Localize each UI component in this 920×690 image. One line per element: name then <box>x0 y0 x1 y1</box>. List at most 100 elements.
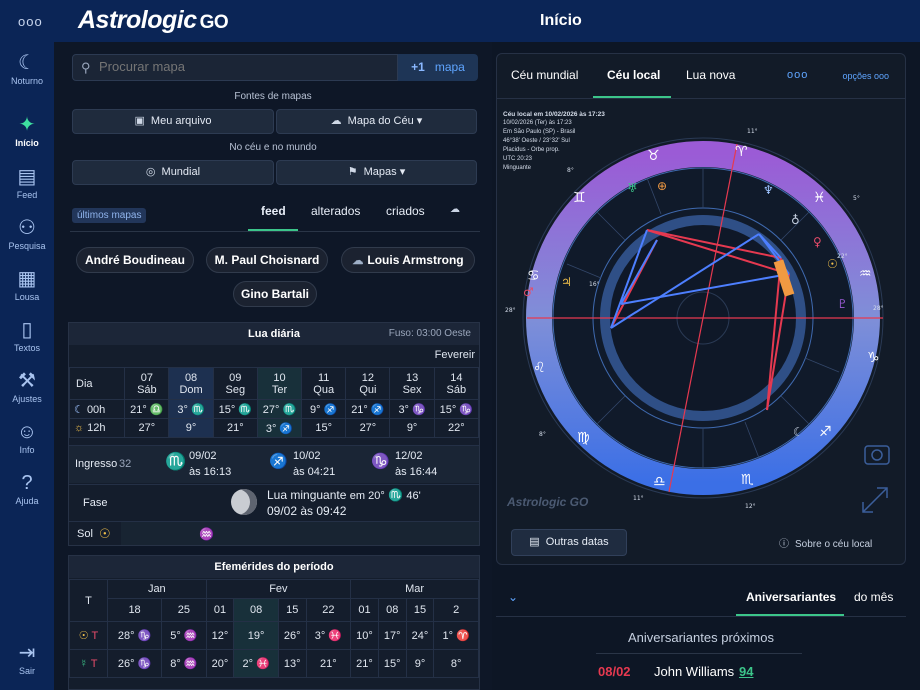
sidebar-item-textos[interactable]: ▯ Textos <box>0 319 54 353</box>
moon-star-icon: ☾ <box>18 52 36 74</box>
tab-criados[interactable]: criados <box>386 204 425 218</box>
tab-lua-nova[interactable]: Lua nova <box>686 68 735 82</box>
sidebar-item-lousa[interactable]: ▦ Lousa <box>0 268 54 302</box>
sun-icon: ☼ <box>74 422 85 434</box>
sidebar-item-ajustes[interactable]: ⚒ Ajustes <box>0 370 54 404</box>
recent-maps-badge[interactable]: últimos mapas <box>72 208 147 223</box>
lua-table: Dia 07 Sáb 08 Dom 09 Seg 10 Ter 11 Qua 12 Qui … <box>68 367 480 438</box>
world-button[interactable]: ◎ Mundial <box>72 160 274 185</box>
svg-text:♋: ♋ <box>527 268 540 284</box>
divider <box>70 231 480 232</box>
more-dots-icon[interactable]: ooo <box>787 69 808 81</box>
cloud-filter-icon[interactable]: ☁ <box>450 204 460 215</box>
calendar-icon: ▤ <box>529 536 540 548</box>
top-bar: ooo Astrologic GO Início <box>0 0 920 42</box>
folder-icon: ▣ <box>134 115 145 127</box>
svg-text:♉: ♉ <box>647 148 660 164</box>
mercury-icon: ☿ <box>79 657 88 670</box>
tab-alterados[interactable]: alterados <box>311 204 360 218</box>
aniversariantes-title: Aniversariantes próximos <box>628 630 774 645</box>
sidebar-item-noturno[interactable]: ☾ Noturno <box>0 52 54 86</box>
lua-diaria-panel: Lua diária Fuso: 03:00 Oeste Fevereir Dia… <box>68 322 480 546</box>
svg-text:11°: 11° <box>633 495 644 502</box>
day-cell[interactable]: 13 Sex <box>389 367 435 400</box>
svg-text:♅: ♅ <box>627 181 638 195</box>
camera-icon[interactable] <box>864 445 890 465</box>
svg-text:♓: ♓ <box>813 190 826 206</box>
sun-icon: ☉ <box>78 630 89 642</box>
divider <box>596 653 802 654</box>
moon-icon: ☾ <box>74 403 84 416</box>
day-cell[interactable]: 07 Sáb <box>124 367 170 400</box>
chip-map[interactable]: André Boudineau <box>76 247 194 273</box>
svg-text:♁: ♁ <box>791 213 800 227</box>
day-cell[interactable]: 11 Qua <box>301 367 347 400</box>
sidebar-item-inicio[interactable]: ✦ Início <box>0 114 54 148</box>
tools-icon: ⚒ <box>18 370 36 392</box>
chip-map[interactable]: Gino Bartali <box>233 281 317 307</box>
birthday-age: 94 <box>739 664 754 679</box>
svg-text:♂: ♂ <box>523 285 534 299</box>
outras-datas-button[interactable]: ▤ Outras datas <box>511 529 627 556</box>
feed-icon: ▤ <box>17 166 37 188</box>
moon-phase-icon <box>231 489 257 515</box>
svg-text:♍: ♍ <box>577 430 590 446</box>
month-label: Fevereir <box>434 349 475 361</box>
svg-text:22°: 22° <box>837 253 848 260</box>
flag-icon: ⚑ <box>347 166 358 178</box>
sobre-link[interactable]: ⓘ Sobre o céu local <box>779 535 872 550</box>
chip-map[interactable]: ☁ Louis Armstrong <box>341 247 475 273</box>
my-file-button[interactable]: ▣ Meu arquivo <box>72 109 274 134</box>
app-menu-dots[interactable]: ooo <box>18 14 43 29</box>
sidebar-item-info[interactable]: ☺ Info <box>0 421 54 455</box>
tab-ceu-local[interactable]: Céu local <box>607 68 660 82</box>
sky-chart-panel: Céu mundial Céu local Lua nova ooo opçõe… <box>496 53 906 565</box>
svg-text:♐: ♐ <box>819 424 832 440</box>
chevron-down-icon[interactable]: ⌄ <box>508 590 518 604</box>
tab-aniversariantes[interactable]: Aniversariantes <box>746 590 836 604</box>
tab-ceu-mundial[interactable]: Céu mundial <box>511 68 578 82</box>
sun-icon: ☉ <box>99 526 111 541</box>
sidebar-item-pesquisa[interactable]: ⚇ Pesquisa <box>0 217 54 251</box>
search-input[interactable] <box>99 59 389 74</box>
svg-text:♈: ♈ <box>735 144 748 160</box>
day-cell[interactable]: 09 Seg <box>212 367 258 400</box>
search-icon: ⚲ <box>81 60 91 75</box>
cloud-icon: ☁ <box>330 115 342 127</box>
app-logo[interactable]: Astrologic GO <box>78 6 229 35</box>
tab-feed[interactable]: feed <box>261 204 286 218</box>
sidebar-item-sair[interactable]: ⇥ Sair <box>0 642 54 676</box>
maps-button[interactable]: ⚑ Mapas ▾ <box>276 160 477 185</box>
options-button[interactable]: opções ooo <box>842 71 889 81</box>
sidebar: ☾ Noturno ✦ Início ▤ Feed ⚇ Pesquisa ▦ Lousa … <box>0 42 54 690</box>
ingresso-row: Ingresso 32 ♏ 09/02 às 16:13 ♐ 10/02 às … <box>69 445 479 483</box>
efemerides-panel: Efemérides do período T Jan Fev Mar 18 25… <box>68 555 480 690</box>
sparkle-icon: ✦ <box>18 114 36 136</box>
sky-map-button[interactable]: ☁ Mapa do Céu ▾ <box>276 109 477 134</box>
efemerides-table: T Jan Fev Mar 18 25 01 08 15 22 01 08 15 2 ☉ T … <box>69 579 479 678</box>
svg-text:28°: 28° <box>505 307 516 314</box>
sidebar-item-ajuda[interactable]: ? Ajuda <box>0 472 54 506</box>
tab-do-mes[interactable]: do mês <box>854 590 893 604</box>
expand-icon[interactable] <box>862 487 888 513</box>
page-title: Início <box>540 12 582 29</box>
day-cell[interactable]: 14 Sáb <box>433 367 480 400</box>
day-cell[interactable]: 10 Ter <box>256 367 303 400</box>
add-map-button[interactable]: +1 mapa <box>398 54 478 81</box>
chevron-down-icon: ▾ <box>416 115 423 127</box>
svg-text:11°: 11° <box>747 128 758 135</box>
svg-text:♌: ♌ <box>533 360 546 376</box>
scorpio-icon: ♏ <box>388 488 404 502</box>
svg-text:12°: 12° <box>745 503 756 510</box>
globe-icon: ◎ <box>145 166 156 178</box>
sources-subtitle: No céu e no mundo <box>229 142 317 153</box>
fase-row: Fase Lua minguante em 20° ♏ 46' 09/02 às… <box>69 484 479 520</box>
svg-text:♒: ♒ <box>859 266 872 282</box>
day-cell[interactable]: 08 Dom <box>168 367 214 400</box>
day-cell[interactable]: 12 Qui <box>345 367 391 400</box>
sidebar-item-feed[interactable]: ▤ Feed <box>0 166 54 200</box>
chip-map[interactable]: M. Paul Choisnard <box>206 247 328 273</box>
search-box[interactable]: ⚲ <box>72 54 398 81</box>
birthday-name[interactable]: John Williams <box>654 664 734 679</box>
astrology-wheel[interactable]: ♉ ♈ ♓ ♒ ♑ ♐ ♏ ♎ ♍ ♌ ♋ ♊ ♆ ⊕ ♅ ♃ ♁ ♀ ☉ ♇ … <box>497 100 905 520</box>
